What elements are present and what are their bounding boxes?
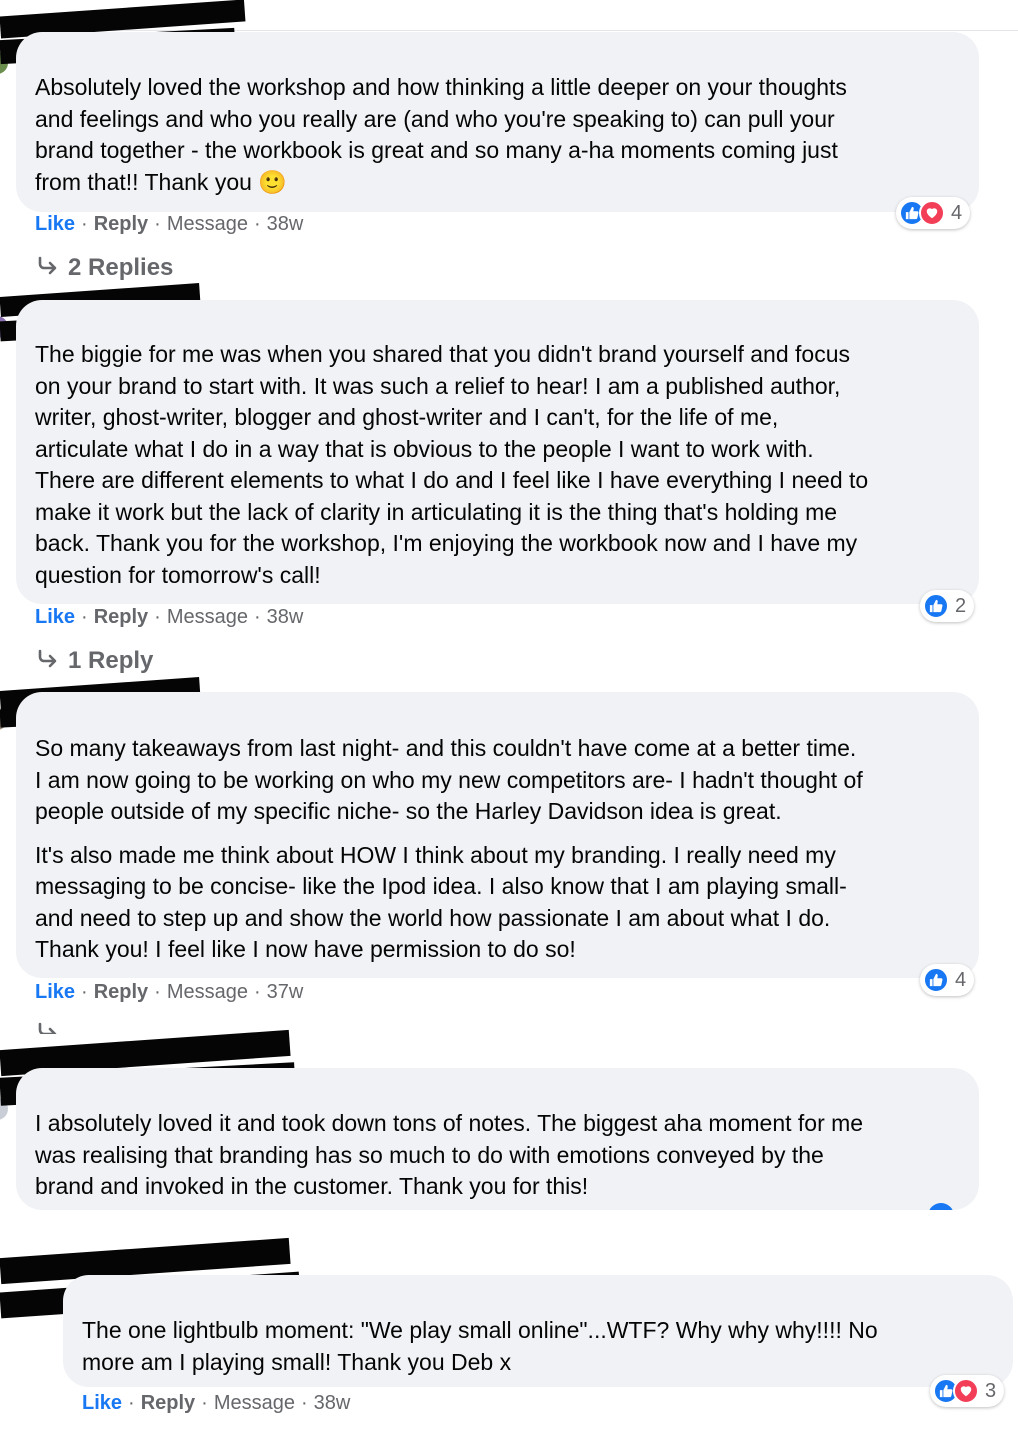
reply-link[interactable]: Reply	[141, 1392, 195, 1414]
reaction-summary[interactable]: 2	[920, 590, 975, 622]
love-reaction-icon	[919, 200, 945, 226]
comment-actions: Like · Reply · Message · 37w	[35, 981, 304, 1003]
like-link[interactable]: Like	[35, 213, 75, 235]
view-replies-link[interactable]	[36, 1020, 68, 1034]
crop-edge	[0, 1210, 1018, 1240]
top-divider	[0, 30, 1018, 31]
comment-actions: Like · Reply · Message · 38w	[35, 213, 304, 235]
view-replies-link[interactable]: 1 Reply	[36, 647, 153, 676]
reply-link[interactable]: Reply	[94, 213, 148, 235]
cropped-reaction-summary	[928, 1203, 968, 1210]
comment-actions: Like · Reply · Message · 38w	[82, 1392, 351, 1414]
reaction-count: 4	[955, 968, 967, 991]
reply-arrow-icon	[36, 255, 60, 283]
love-reaction-icon	[953, 1378, 979, 1404]
timestamp[interactable]: 37w	[267, 981, 304, 1003]
reaction-summary[interactable]: 4	[896, 197, 971, 229]
reaction-count: 4	[951, 201, 963, 224]
timestamp[interactable]: 38w	[314, 1392, 351, 1414]
message-link[interactable]: Message	[167, 213, 248, 235]
like-link[interactable]: Like	[35, 981, 75, 1003]
like-link[interactable]: Like	[35, 606, 75, 628]
message-link[interactable]: Message	[214, 1392, 295, 1414]
timestamp[interactable]: 38w	[267, 606, 304, 628]
like-reaction-icon	[923, 967, 949, 993]
reply-arrow-icon	[36, 648, 60, 676]
comment-text: So many takeaways from last night- and t…	[35, 735, 863, 962]
reaction-count: 2	[955, 594, 967, 617]
like-link[interactable]: Like	[82, 1392, 122, 1414]
comment-actions: Like · Reply · Message · 38w	[35, 606, 304, 628]
message-link[interactable]: Message	[167, 981, 248, 1003]
reply-link[interactable]: Reply	[94, 981, 148, 1003]
reaction-summary[interactable]: 4	[920, 964, 975, 996]
reply-link[interactable]: Reply	[94, 606, 148, 628]
like-reaction-icon	[923, 593, 949, 619]
timestamp[interactable]: 38w	[267, 213, 304, 235]
message-link[interactable]: Message	[167, 606, 248, 628]
comment-text: The one lightbulb moment: "We play small…	[82, 1317, 878, 1375]
comment-text: I absolutely loved it and took down tons…	[35, 1110, 864, 1199]
reaction-count: 3	[985, 1379, 997, 1402]
comment-text: Absolutely loved the workshop and how th…	[35, 74, 847, 195]
reply-arrow-icon	[36, 1021, 60, 1034]
reaction-summary[interactable]: 3	[930, 1375, 1005, 1407]
view-replies-link[interactable]: 2 Replies	[36, 254, 173, 283]
comment-text: The biggie for me was when you shared th…	[35, 341, 869, 588]
